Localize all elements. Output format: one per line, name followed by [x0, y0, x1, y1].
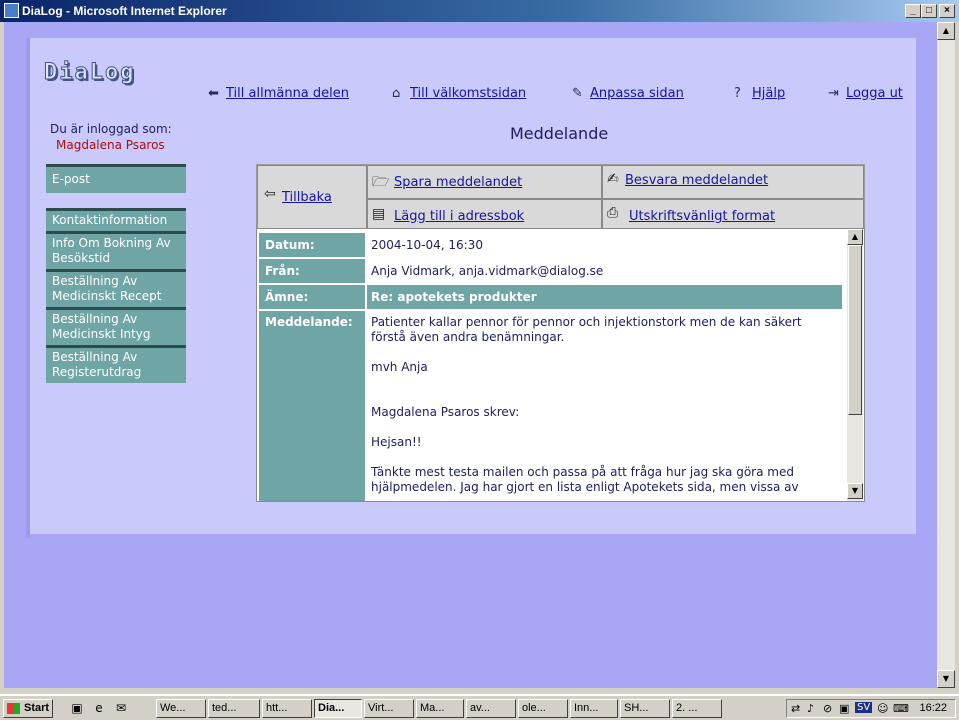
folder-icon: 🗁 — [372, 174, 390, 190]
sidebar-item-email[interactable]: E-post — [46, 164, 186, 193]
minimize-button[interactable]: _ — [905, 4, 921, 18]
link-customize[interactable]: ✎ Anpassa sidan — [572, 86, 684, 101]
browser-scrollbar[interactable]: ▲ ▼ — [937, 22, 955, 688]
link-customize-label: Anpassa sidan — [590, 86, 684, 101]
system-tray: ⇄ ♪ ⊘ ▣ SV ☺ ⌨ 16:22 — [786, 699, 956, 718]
date-value: 2004-10-04, 16:30 — [367, 233, 842, 257]
logout-icon: ⇥ — [828, 86, 839, 101]
start-label: Start — [24, 702, 50, 714]
block-icon[interactable]: ⊘ — [823, 702, 832, 715]
dialog-logo[interactable]: DiaLog — [44, 60, 176, 86]
sidebar-email-box: E-post — [46, 164, 186, 193]
volume-icon[interactable]: ♪ — [807, 702, 814, 715]
link-general[interactable]: ⬅ Till allmänna delen — [208, 86, 349, 101]
task-button[interactable]: ole... — [518, 699, 568, 718]
desktop-icon[interactable]: ▣ — [68, 700, 86, 716]
close-button[interactable]: × — [939, 4, 955, 18]
page-panel: DiaLog ⬅ Till allmänna delen ⌂ Till välkom… — [30, 38, 916, 534]
save-message-link[interactable]: Spara meddelandet — [394, 175, 522, 190]
help-icon: ? — [734, 86, 741, 101]
task-button[interactable]: htt... — [262, 699, 312, 718]
login-label: Du är inloggad som: — [50, 122, 172, 136]
sidebar-item-contact[interactable]: Kontaktinformation — [46, 208, 186, 231]
task-button[interactable]: Ma... — [416, 699, 464, 718]
sidebar-item-recept[interactable]: Beställning Av Medicinskt Recept — [46, 269, 186, 307]
task-button[interactable]: ted... — [208, 699, 260, 718]
scroll-thumb[interactable] — [848, 245, 862, 415]
from-label: Från: — [259, 259, 365, 283]
link-welcome[interactable]: ⌂ Till välkomstsidan — [392, 86, 526, 101]
browser-viewport: DiaLog ⬅ Till allmänna delen ⌂ Till välkom… — [4, 22, 937, 688]
subject-value: Re: apotekets produkter — [367, 285, 842, 309]
from-value: Anja Vidmark, anja.vidmark@dialog.se — [367, 259, 842, 283]
task-button[interactable]: 2. ... — [672, 699, 722, 718]
language-indicator[interactable]: SV — [855, 702, 873, 713]
date-label: Datum: — [259, 233, 365, 257]
network-icon[interactable]: ⇄ — [791, 702, 800, 715]
link-logout-label: Logga ut — [846, 86, 903, 101]
message-body: Patienter kallar pennor för pennor och i… — [371, 315, 802, 494]
link-help[interactable]: ? Hjälp — [734, 86, 785, 101]
arrow-left-icon: ⬅ — [208, 86, 219, 101]
ie-icon — [4, 3, 19, 18]
sidebar-item-registerutdrag[interactable]: Beställning Av Registerutdrag — [46, 345, 186, 383]
window-icon[interactable]: ▣ — [839, 702, 849, 715]
back-cell: ⇦ Tillbaka — [257, 165, 367, 233]
browser-scroll-down-icon[interactable]: ▼ — [937, 670, 955, 688]
subject-label: Ämne: — [259, 285, 365, 309]
task-button[interactable]: Inn... — [570, 699, 618, 718]
save-cell: 🗁 Spara meddelandet — [367, 165, 602, 199]
maximize-button[interactable]: □ — [921, 4, 937, 18]
message-scrollbar[interactable]: ▲ ▼ — [847, 229, 863, 501]
user-icon[interactable]: ☺ — [877, 702, 888, 715]
browser-scroll-up-icon[interactable]: ▲ — [937, 22, 955, 40]
window-titlebar: DiaLog - Microsoft Internet Explorer _ □… — [0, 0, 959, 22]
task-button[interactable]: SH... — [620, 699, 670, 718]
page-title: Meddelande — [510, 124, 609, 143]
home-icon: ⌂ — [392, 86, 401, 101]
print-format-link[interactable]: Utskriftsvänligt format — [629, 209, 775, 224]
body-label: Meddelande: — [259, 311, 365, 501]
scroll-down-icon[interactable]: ▼ — [847, 483, 863, 499]
login-name: Magdalena Psaros — [56, 138, 165, 152]
sidebar-item-booking[interactable]: Info Om Bokning Av Besökstid — [46, 231, 186, 269]
scroll-up-icon[interactable]: ▲ — [847, 229, 863, 245]
task-button-active[interactable]: Dia... — [314, 699, 362, 718]
task-button[interactable]: Virt... — [364, 699, 414, 718]
pencil-icon: ✎ — [572, 86, 583, 101]
taskbar: Start ▣ e ✉ We... ted... htt... Dia... V… — [0, 694, 959, 720]
outlook-icon[interactable]: ✉ — [112, 700, 130, 716]
back-arrow-icon: ⇦ — [264, 186, 276, 202]
link-help-label: Hjälp — [752, 86, 786, 101]
windows-flag-icon — [7, 703, 20, 714]
add-address-link[interactable]: Lägg till i adressbok — [394, 209, 524, 224]
sidebar-menu: Kontaktinformation Info Om Bokning Av Be… — [46, 208, 186, 383]
task-button[interactable]: av... — [466, 699, 516, 718]
printer-icon: ⎙ — [607, 205, 619, 221]
address-book-icon: ▤ — [372, 206, 386, 222]
keyboard-icon[interactable]: ⌨ — [893, 702, 909, 715]
window-title: DiaLog - Microsoft Internet Explorer — [22, 4, 227, 18]
message-frame: Datum: 2004-10-04, 16:30 Från: Anja Vidm… — [256, 228, 865, 502]
clock: 16:22 — [919, 702, 947, 714]
link-welcome-label: Till välkomstsidan — [410, 86, 527, 101]
edit-icon: ✍ — [607, 171, 619, 187]
back-link[interactable]: Tillbaka — [282, 190, 332, 205]
ie-quicklaunch-icon[interactable]: e — [90, 700, 108, 716]
reply-cell: ✍ Besvara meddelandet — [602, 165, 864, 199]
start-button[interactable]: Start — [3, 699, 53, 718]
link-logout[interactable]: ⇥ Logga ut — [828, 86, 903, 101]
reply-message-link[interactable]: Besvara meddelandet — [625, 173, 768, 188]
sidebar-item-intyg[interactable]: Beställning Av Medicinskt Intyg — [46, 307, 186, 345]
link-general-label: Till allmänna delen — [226, 86, 350, 101]
message-actions: ⇦ Tillbaka 🗁 Spara meddelandet ✍ Besvara… — [256, 164, 865, 234]
task-button[interactable]: We... — [156, 699, 206, 718]
